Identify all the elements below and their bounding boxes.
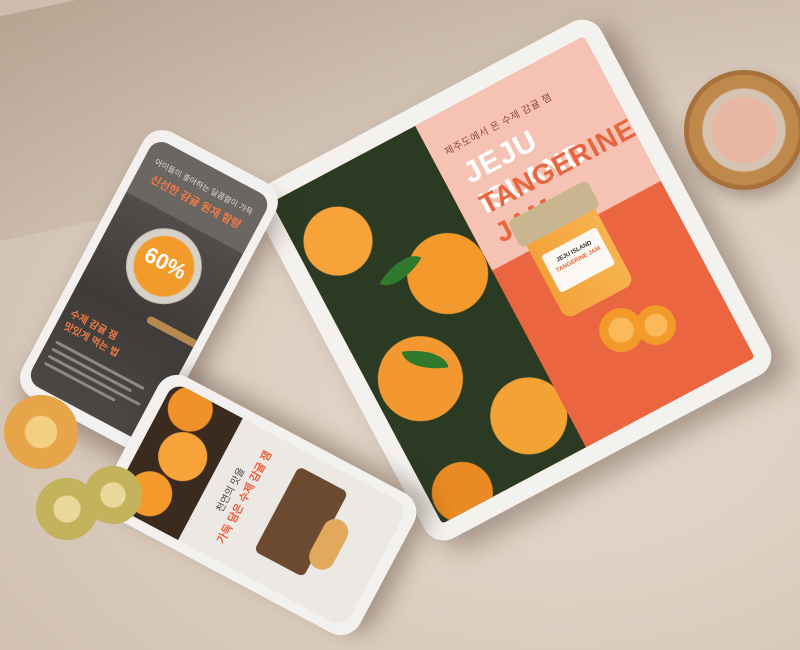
product-mockup-scene: 제주도에서 온 수제 감귤 잼 JEJU ISLAND TANGERINE JA…	[0, 0, 800, 650]
percent-value: 60%	[140, 241, 191, 285]
dried-orange-slice	[4, 395, 78, 469]
honey-dipper	[145, 315, 203, 351]
leaf-icon	[401, 345, 449, 374]
dried-lime-slice	[84, 466, 142, 524]
jar-label: JEJU ISLAND TANGERINE JAM	[541, 226, 616, 293]
leaf-icon	[379, 246, 422, 296]
grapefruit-bowl	[684, 70, 800, 190]
phone-bottom-screen: 천연의 맛을 가득 담은 수제 감귤 잼	[109, 381, 409, 629]
